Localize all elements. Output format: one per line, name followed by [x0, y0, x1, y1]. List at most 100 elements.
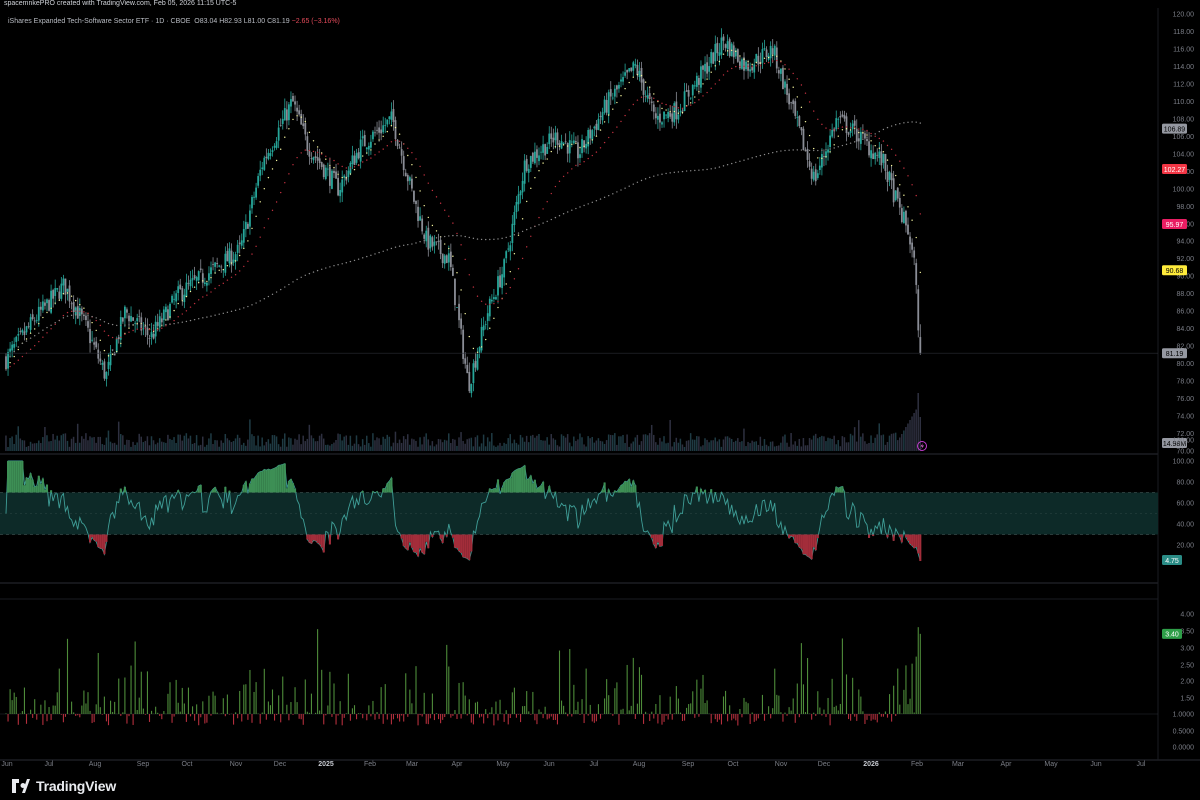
volume-bar — [884, 444, 887, 451]
candle-body — [240, 240, 243, 246]
volume-bar — [243, 442, 245, 451]
candle-body — [700, 66, 702, 88]
volume-bar — [54, 439, 56, 451]
candle-body — [372, 131, 374, 140]
chart-canvas[interactable]: 70.0072.0074.0076.0078.0080.0082.0084.00… — [0, 0, 1200, 772]
sma-slow-overlay-dot — [755, 155, 757, 158]
sma-slow-overlay-dot — [866, 136, 868, 139]
candle-body — [302, 123, 305, 127]
volume-bar — [757, 444, 760, 451]
ema-mid-overlay-dot — [181, 313, 183, 315]
ema-mid-overlay-dot — [226, 279, 229, 281]
ema-fast-overlay-dot — [690, 102, 692, 104]
candle-body — [683, 91, 686, 112]
price-tick-label: 120.00 — [1173, 12, 1195, 19]
volume-bar — [550, 434, 552, 451]
volume-bar — [624, 443, 626, 451]
ema-fast-overlay-dot — [107, 355, 110, 357]
ema-fast-overlay-dot — [653, 93, 655, 95]
ema-mid-overlay-dot — [476, 295, 479, 297]
time-tick-label: Feb — [911, 761, 923, 768]
ema-fast-overlay-dot — [526, 200, 528, 203]
volume-bar — [394, 431, 397, 451]
candle-body — [913, 250, 916, 258]
ema-mid-overlay-dot — [34, 345, 36, 347]
ema-mid-overlay-dot — [702, 95, 704, 97]
sma-slow-overlay-dot — [38, 332, 40, 334]
volume-bar — [439, 439, 442, 451]
candle-body — [558, 143, 561, 146]
volume-bar — [817, 438, 819, 451]
ema-fast-overlay-dot — [407, 154, 409, 157]
sma-slow-overlay-dot — [91, 315, 93, 318]
volume-bar — [669, 419, 671, 451]
ema-fast-overlay-dot — [804, 120, 807, 123]
volume-bar — [236, 434, 239, 451]
volume-bar — [673, 442, 675, 451]
volume-bar — [142, 442, 145, 451]
volume-bar — [327, 444, 329, 451]
candle-body — [788, 93, 790, 105]
candle-body — [347, 170, 350, 178]
candle-body — [351, 155, 354, 164]
candle-body — [732, 45, 735, 58]
sma-slow-overlay-dot — [247, 305, 249, 308]
candle-body — [560, 141, 563, 149]
candle-body — [31, 314, 34, 320]
ema-mid-overlay-dot — [788, 68, 790, 70]
candle-body — [249, 210, 251, 227]
ema-fast-overlay-dot — [66, 292, 69, 294]
sma-slow-overlay-dot — [456, 234, 458, 237]
candle-body — [579, 154, 581, 158]
candle-body — [681, 110, 684, 112]
candle-body — [716, 42, 719, 54]
ema-fast-overlay-dot — [673, 110, 675, 113]
ema-mid-overlay-dot — [595, 151, 598, 153]
candle-body — [552, 137, 555, 143]
candle-body — [7, 351, 9, 369]
sma-slow-overlay-dot — [29, 337, 32, 339]
ema-mid-overlay-dot — [42, 336, 44, 338]
ema-fast-overlay-dot — [83, 307, 85, 309]
tradingview-logo[interactable]: TradingView — [10, 778, 116, 794]
volume-bar — [726, 436, 729, 451]
sma-slow-overlay-dot — [111, 323, 114, 326]
sma-slow-overlay-dot — [193, 318, 196, 321]
sma-slow-overlay-dot — [837, 146, 839, 148]
volume-bar — [204, 446, 206, 451]
volume-bar — [763, 439, 766, 451]
ema-fast-overlay-dot — [181, 300, 183, 302]
sma-slow-overlay-dot — [472, 237, 475, 240]
ema-mid-overlay-dot — [341, 165, 343, 168]
candle-body — [845, 116, 848, 134]
ema-fast-overlay-dot — [702, 83, 704, 85]
volume-bar — [724, 436, 727, 451]
candle-body — [607, 92, 610, 115]
volume-bar — [105, 437, 108, 451]
ema-fast-overlay-dot — [497, 306, 499, 309]
sma-slow-overlay-dot — [542, 222, 544, 224]
volume-bar — [484, 446, 487, 451]
candle-body — [226, 250, 229, 262]
volume-bar — [132, 441, 134, 451]
ema-mid-overlay-dot — [427, 182, 429, 184]
ema-mid-overlay-dot — [825, 127, 827, 129]
volume-bar — [263, 445, 265, 451]
ema-fast-overlay-dot — [706, 78, 708, 80]
sma-slow-overlay-dot — [329, 266, 331, 268]
sma-slow-overlay-dot — [698, 169, 700, 171]
candle-body — [60, 283, 63, 299]
ema-fast-overlay-dot — [571, 143, 573, 146]
candle-body — [634, 64, 637, 66]
sma-slow-overlay-dot — [362, 257, 364, 259]
candle-body — [839, 115, 842, 118]
volume-bar — [474, 437, 477, 451]
candle-body — [503, 259, 506, 278]
sma-slow-overlay-dot — [411, 243, 413, 245]
ema-fast-overlay-dot — [386, 130, 388, 133]
sma-slow-overlay-dot — [452, 234, 454, 237]
volume-bar — [97, 436, 99, 451]
volume-bar — [197, 445, 200, 451]
candle-body — [763, 48, 766, 50]
sma-slow-overlay-dot — [271, 293, 274, 296]
